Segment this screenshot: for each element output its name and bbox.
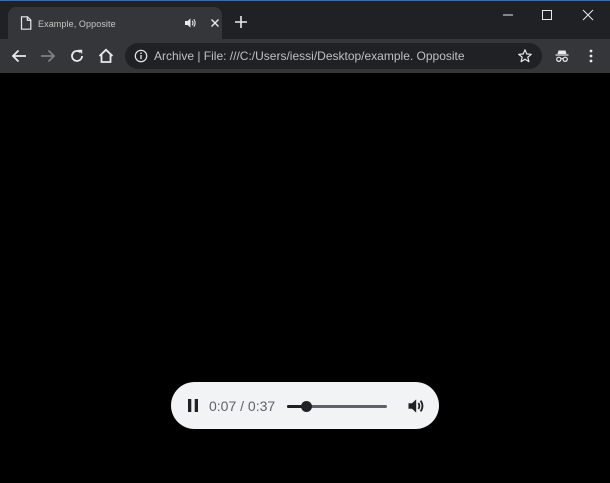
pause-icon[interactable]: [185, 397, 201, 414]
forward-arrow-icon: [41, 49, 56, 63]
close-icon[interactable]: [208, 16, 222, 30]
reload-button[interactable]: [66, 45, 88, 67]
maximize-icon: [542, 10, 552, 20]
page-icon: [20, 16, 32, 30]
time-display: 0:07 / 0:37: [209, 398, 276, 414]
minimize-icon: [503, 14, 513, 16]
forward-button[interactable]: [37, 45, 59, 67]
back-arrow-icon: [11, 49, 26, 63]
tab-title: Example, Opposite: [38, 19, 116, 29]
maximize-button[interactable]: [527, 1, 567, 29]
tab-strip: Example, Opposite: [0, 1, 610, 39]
page-content: 0:07 / 0:37: [0, 73, 610, 483]
reload-icon: [71, 49, 83, 62]
kebab-menu-icon: [589, 49, 593, 63]
speaker-icon[interactable]: [183, 16, 197, 30]
active-tab[interactable]: Example, Opposite: [8, 7, 222, 39]
browser-window: Example, Opposite Archive | File: ///C:/…: [0, 0, 610, 483]
incognito-button[interactable]: [551, 45, 573, 67]
incognito-icon: [555, 50, 569, 63]
minimize-button[interactable]: [488, 1, 528, 29]
close-icon: [582, 9, 594, 21]
seek-bar-thumb[interactable]: [301, 401, 312, 412]
window-close-button[interactable]: [568, 1, 608, 29]
seek-bar[interactable]: [287, 401, 387, 412]
new-tab-button[interactable]: [232, 13, 250, 31]
audio-player: 0:07 / 0:37: [171, 382, 439, 429]
info-icon[interactable]: [134, 49, 148, 63]
menu-button[interactable]: [580, 45, 602, 67]
home-icon: [98, 48, 114, 63]
url-text[interactable]: Archive | File: ///C:/Users/iessi/Deskto…: [154, 49, 484, 63]
star-icon[interactable]: [517, 48, 533, 64]
home-button[interactable]: [95, 45, 117, 67]
toolbar: Archive | File: ///C:/Users/iessi/Deskto…: [0, 39, 610, 73]
address-bar[interactable]: Archive | File: ///C:/Users/iessi/Deskto…: [125, 43, 542, 69]
back-button[interactable]: [8, 45, 30, 67]
volume-icon[interactable]: [406, 396, 426, 416]
